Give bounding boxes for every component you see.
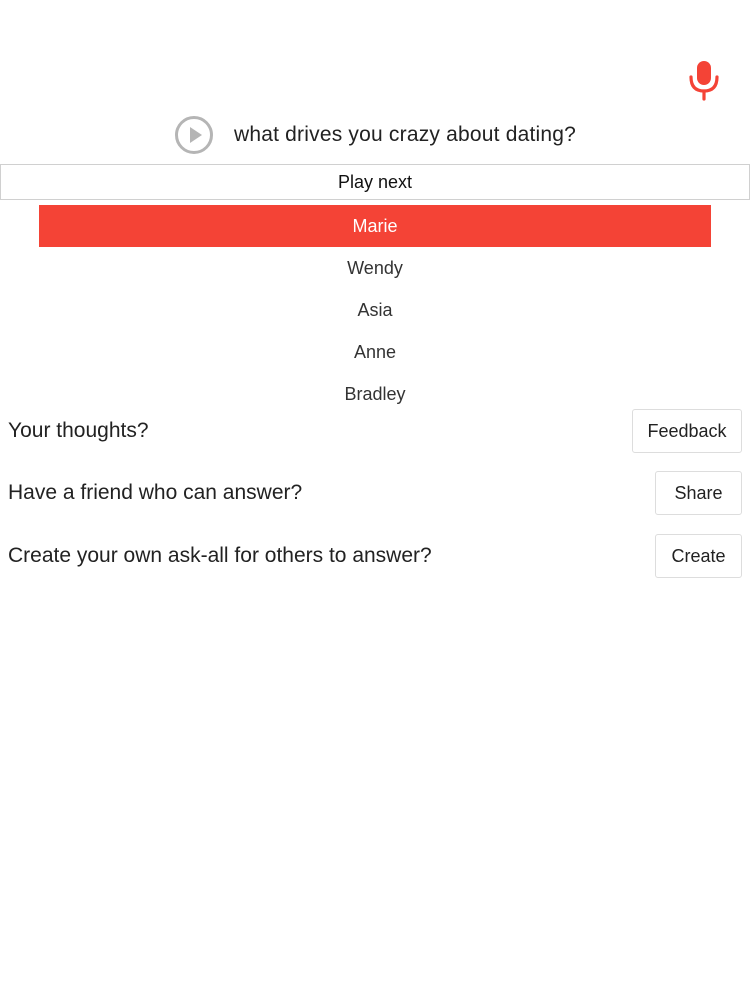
feedback-prompt: Your thoughts? xyxy=(8,419,149,442)
create-prompt: Create your own ask-all for others to an… xyxy=(8,544,432,567)
queue-list: Marie Wendy Asia Anne Bradley xyxy=(39,205,711,405)
share-button[interactable]: Share xyxy=(655,471,742,515)
feedback-button[interactable]: Feedback xyxy=(632,409,742,453)
question-text: what drives you crazy about dating? xyxy=(233,123,577,146)
queue-item[interactable]: Asia xyxy=(39,289,711,331)
create-button[interactable]: Create xyxy=(655,534,742,578)
play-circle-icon xyxy=(174,116,213,154)
queue-item-selected[interactable]: Marie xyxy=(39,205,711,247)
microphone-icon xyxy=(689,61,719,101)
share-row: Have a friend who can answer? Share xyxy=(8,471,742,515)
queue-item[interactable]: Wendy xyxy=(39,247,711,289)
share-prompt: Have a friend who can answer? xyxy=(8,481,303,504)
question-row: what drives you crazy about dating? xyxy=(0,112,750,158)
play-next-button[interactable]: Play next xyxy=(0,164,750,200)
queue-item[interactable]: Anne xyxy=(39,331,711,373)
play-button[interactable] xyxy=(174,115,214,155)
queue-item[interactable]: Bradley xyxy=(39,373,711,405)
microphone-button[interactable] xyxy=(684,58,724,102)
feedback-row: Your thoughts? Feedback xyxy=(8,409,742,453)
create-row: Create your own ask-all for others to an… xyxy=(8,534,742,578)
